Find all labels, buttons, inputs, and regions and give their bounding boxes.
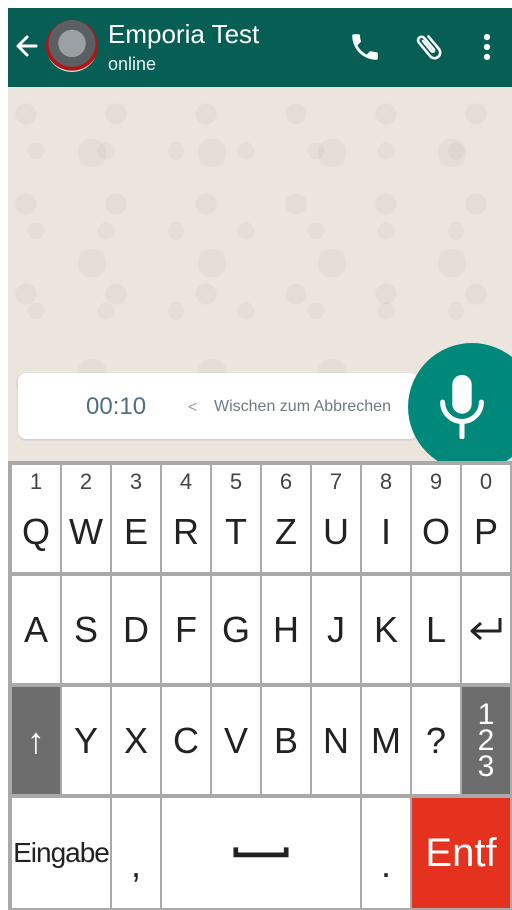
key-label: . xyxy=(380,844,391,885)
key-label: M xyxy=(371,719,401,761)
key-number: 5 xyxy=(229,469,243,494)
app-frame: Emporia Test online 00:10 < Wischen zum … xyxy=(8,8,512,910)
microphone-icon xyxy=(440,374,484,439)
chat-header: Emporia Test online xyxy=(8,8,512,87)
key-s[interactable]: S xyxy=(62,576,110,683)
key-l[interactable]: L xyxy=(412,576,460,683)
eingabe-key[interactable]: Eingabe xyxy=(12,798,110,908)
space-key[interactable] xyxy=(162,798,360,908)
key-k[interactable]: K xyxy=(362,576,410,683)
key-u[interactable]: 7 U xyxy=(312,465,360,572)
numbers-key[interactable]: 1 2 3 xyxy=(462,687,510,794)
key-e[interactable]: 3 E xyxy=(112,465,160,572)
period-key[interactable]: . xyxy=(362,798,410,908)
key-q[interactable]: 1 Q xyxy=(12,465,60,572)
key-label: B xyxy=(273,719,298,761)
key-label: T xyxy=(225,510,247,552)
delete-key[interactable]: Entf xyxy=(412,798,510,908)
key-label: U xyxy=(323,510,349,552)
key-number: 0 xyxy=(479,469,493,494)
key-g[interactable]: G xyxy=(212,576,260,683)
key-n[interactable]: N xyxy=(312,687,360,794)
numbers-key-digit: 3 xyxy=(477,749,495,783)
key-a[interactable]: A xyxy=(12,576,60,683)
key-label: P xyxy=(473,510,498,552)
key-r[interactable]: 4 R xyxy=(162,465,210,572)
key-label: Eingabe xyxy=(13,837,110,868)
key-label: J xyxy=(327,608,345,650)
key-label: L xyxy=(425,608,447,650)
keyboard: 1 Q 2 W 3 E 4 R 5 T 6 Z 7 U 8 I 9 O 0 P xyxy=(8,461,512,910)
key-label: O xyxy=(421,510,450,552)
key-number: 6 xyxy=(279,469,293,494)
key-label: ? xyxy=(425,719,447,761)
chevron-left-icon: < xyxy=(188,399,198,416)
key-label: I xyxy=(380,510,391,552)
key-t[interactable]: 5 T xyxy=(212,465,260,572)
key-label: D xyxy=(123,608,149,650)
avatar[interactable] xyxy=(46,20,98,72)
key-number: 7 xyxy=(329,469,343,494)
key-i[interactable]: 8 I xyxy=(362,465,410,572)
key-w[interactable]: 2 W xyxy=(62,465,110,572)
key-m[interactable]: M xyxy=(362,687,410,794)
key-y[interactable]: Y xyxy=(62,687,110,794)
back-arrow-icon[interactable] xyxy=(14,28,40,64)
recording-timer: 00:10 xyxy=(86,393,147,420)
paperclip-icon[interactable] xyxy=(412,30,446,64)
phone-icon[interactable] xyxy=(348,30,382,64)
key-label: Entf xyxy=(425,831,497,875)
key-o[interactable]: 9 O xyxy=(412,465,460,572)
key-label: N xyxy=(323,719,349,761)
shift-key[interactable]: ↑ xyxy=(12,687,60,794)
contact-status: online xyxy=(108,54,157,74)
return-arrow-icon xyxy=(470,617,502,640)
key-p[interactable]: 0 P xyxy=(462,465,510,572)
key-label: Y xyxy=(73,719,98,761)
enter-key[interactable] xyxy=(462,576,510,683)
key-v[interactable]: V xyxy=(212,687,260,794)
key-label: R xyxy=(173,510,199,552)
contact-name[interactable]: Emporia Test xyxy=(108,20,259,48)
key-number: 1 xyxy=(29,469,43,494)
key-d[interactable]: D xyxy=(112,576,160,683)
key-j[interactable]: J xyxy=(312,576,360,683)
key-number: 3 xyxy=(129,469,143,494)
key-label: , xyxy=(130,844,141,885)
key-label: Z xyxy=(275,510,297,552)
key-z[interactable]: 6 Z xyxy=(262,465,310,572)
key-label: K xyxy=(373,608,398,650)
key-label: A xyxy=(23,608,48,650)
key-b[interactable]: B xyxy=(262,687,310,794)
more-vert-icon[interactable] xyxy=(470,30,504,64)
comma-key[interactable]: , xyxy=(112,798,160,908)
key-number: 2 xyxy=(79,469,93,494)
voice-recording-bar: 00:10 < Wischen zum Abbrechen xyxy=(18,373,418,439)
key-c[interactable]: C xyxy=(162,687,210,794)
key-label: X xyxy=(123,719,148,761)
shift-arrow-icon: ↑ xyxy=(27,719,45,761)
key-label: W xyxy=(69,510,103,552)
key-label: S xyxy=(73,608,98,650)
space-bar-icon xyxy=(233,847,289,858)
key-question[interactable]: ? xyxy=(412,687,460,794)
key-label: Q xyxy=(21,510,50,552)
key-number: 4 xyxy=(179,469,193,494)
key-label: E xyxy=(123,510,148,552)
key-x[interactable]: X xyxy=(112,687,160,794)
key-label: V xyxy=(223,719,248,761)
key-f[interactable]: F xyxy=(162,576,210,683)
key-label: H xyxy=(273,608,299,650)
key-label: G xyxy=(221,608,250,650)
key-label: C xyxy=(173,719,199,761)
key-label: F xyxy=(175,608,197,650)
key-number: 9 xyxy=(429,469,443,494)
key-number: 8 xyxy=(379,469,393,494)
key-h[interactable]: H xyxy=(262,576,310,683)
swipe-to-cancel-hint: Wischen zum Abbrechen xyxy=(214,398,391,415)
